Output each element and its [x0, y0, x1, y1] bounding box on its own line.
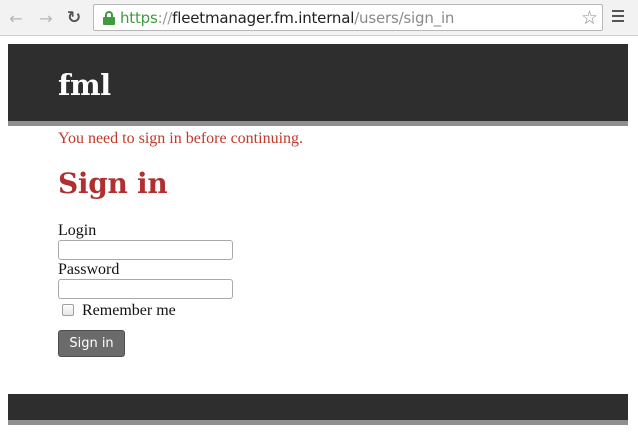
password-input[interactable] [58, 279, 233, 299]
bookmark-star-icon[interactable]: ☆ [581, 7, 598, 29]
browser-toolbar: ← → ↻ https://fleetmanager.fm.internal/u… [0, 0, 638, 36]
lock-icon [102, 10, 116, 26]
back-icon[interactable]: ← [6, 8, 26, 28]
login-input[interactable] [58, 240, 233, 260]
flash-alert: You need to sign in before continuing. [58, 130, 304, 147]
sign-in-button[interactable]: Sign in [58, 330, 125, 357]
password-label: Password [58, 261, 120, 278]
site-header: fml [8, 44, 628, 126]
brand-logo[interactable]: fml [58, 68, 111, 102]
url-separator: :// [157, 8, 173, 27]
reload-icon[interactable]: ↻ [64, 8, 84, 28]
page-content: fml You need to sign in before continuin… [0, 37, 638, 435]
remember-me-checkbox[interactable] [62, 304, 74, 316]
address-bar[interactable]: https://fleetmanager.fm.internal/users/s… [93, 4, 603, 31]
url-scheme: https [120, 8, 158, 27]
login-label: Login [58, 222, 97, 239]
remember-me-label[interactable]: Remember me [82, 302, 176, 320]
forward-icon[interactable]: → [36, 8, 56, 28]
url-host: fleetmanager.fm.internal [172, 8, 355, 27]
browser-menu-icon[interactable] [612, 10, 626, 24]
page-title: Sign in [58, 167, 168, 200]
url-text[interactable]: https://fleetmanager.fm.internal/users/s… [120, 9, 454, 27]
site-footer [8, 394, 628, 425]
url-path: /users/sign_in [354, 8, 455, 27]
